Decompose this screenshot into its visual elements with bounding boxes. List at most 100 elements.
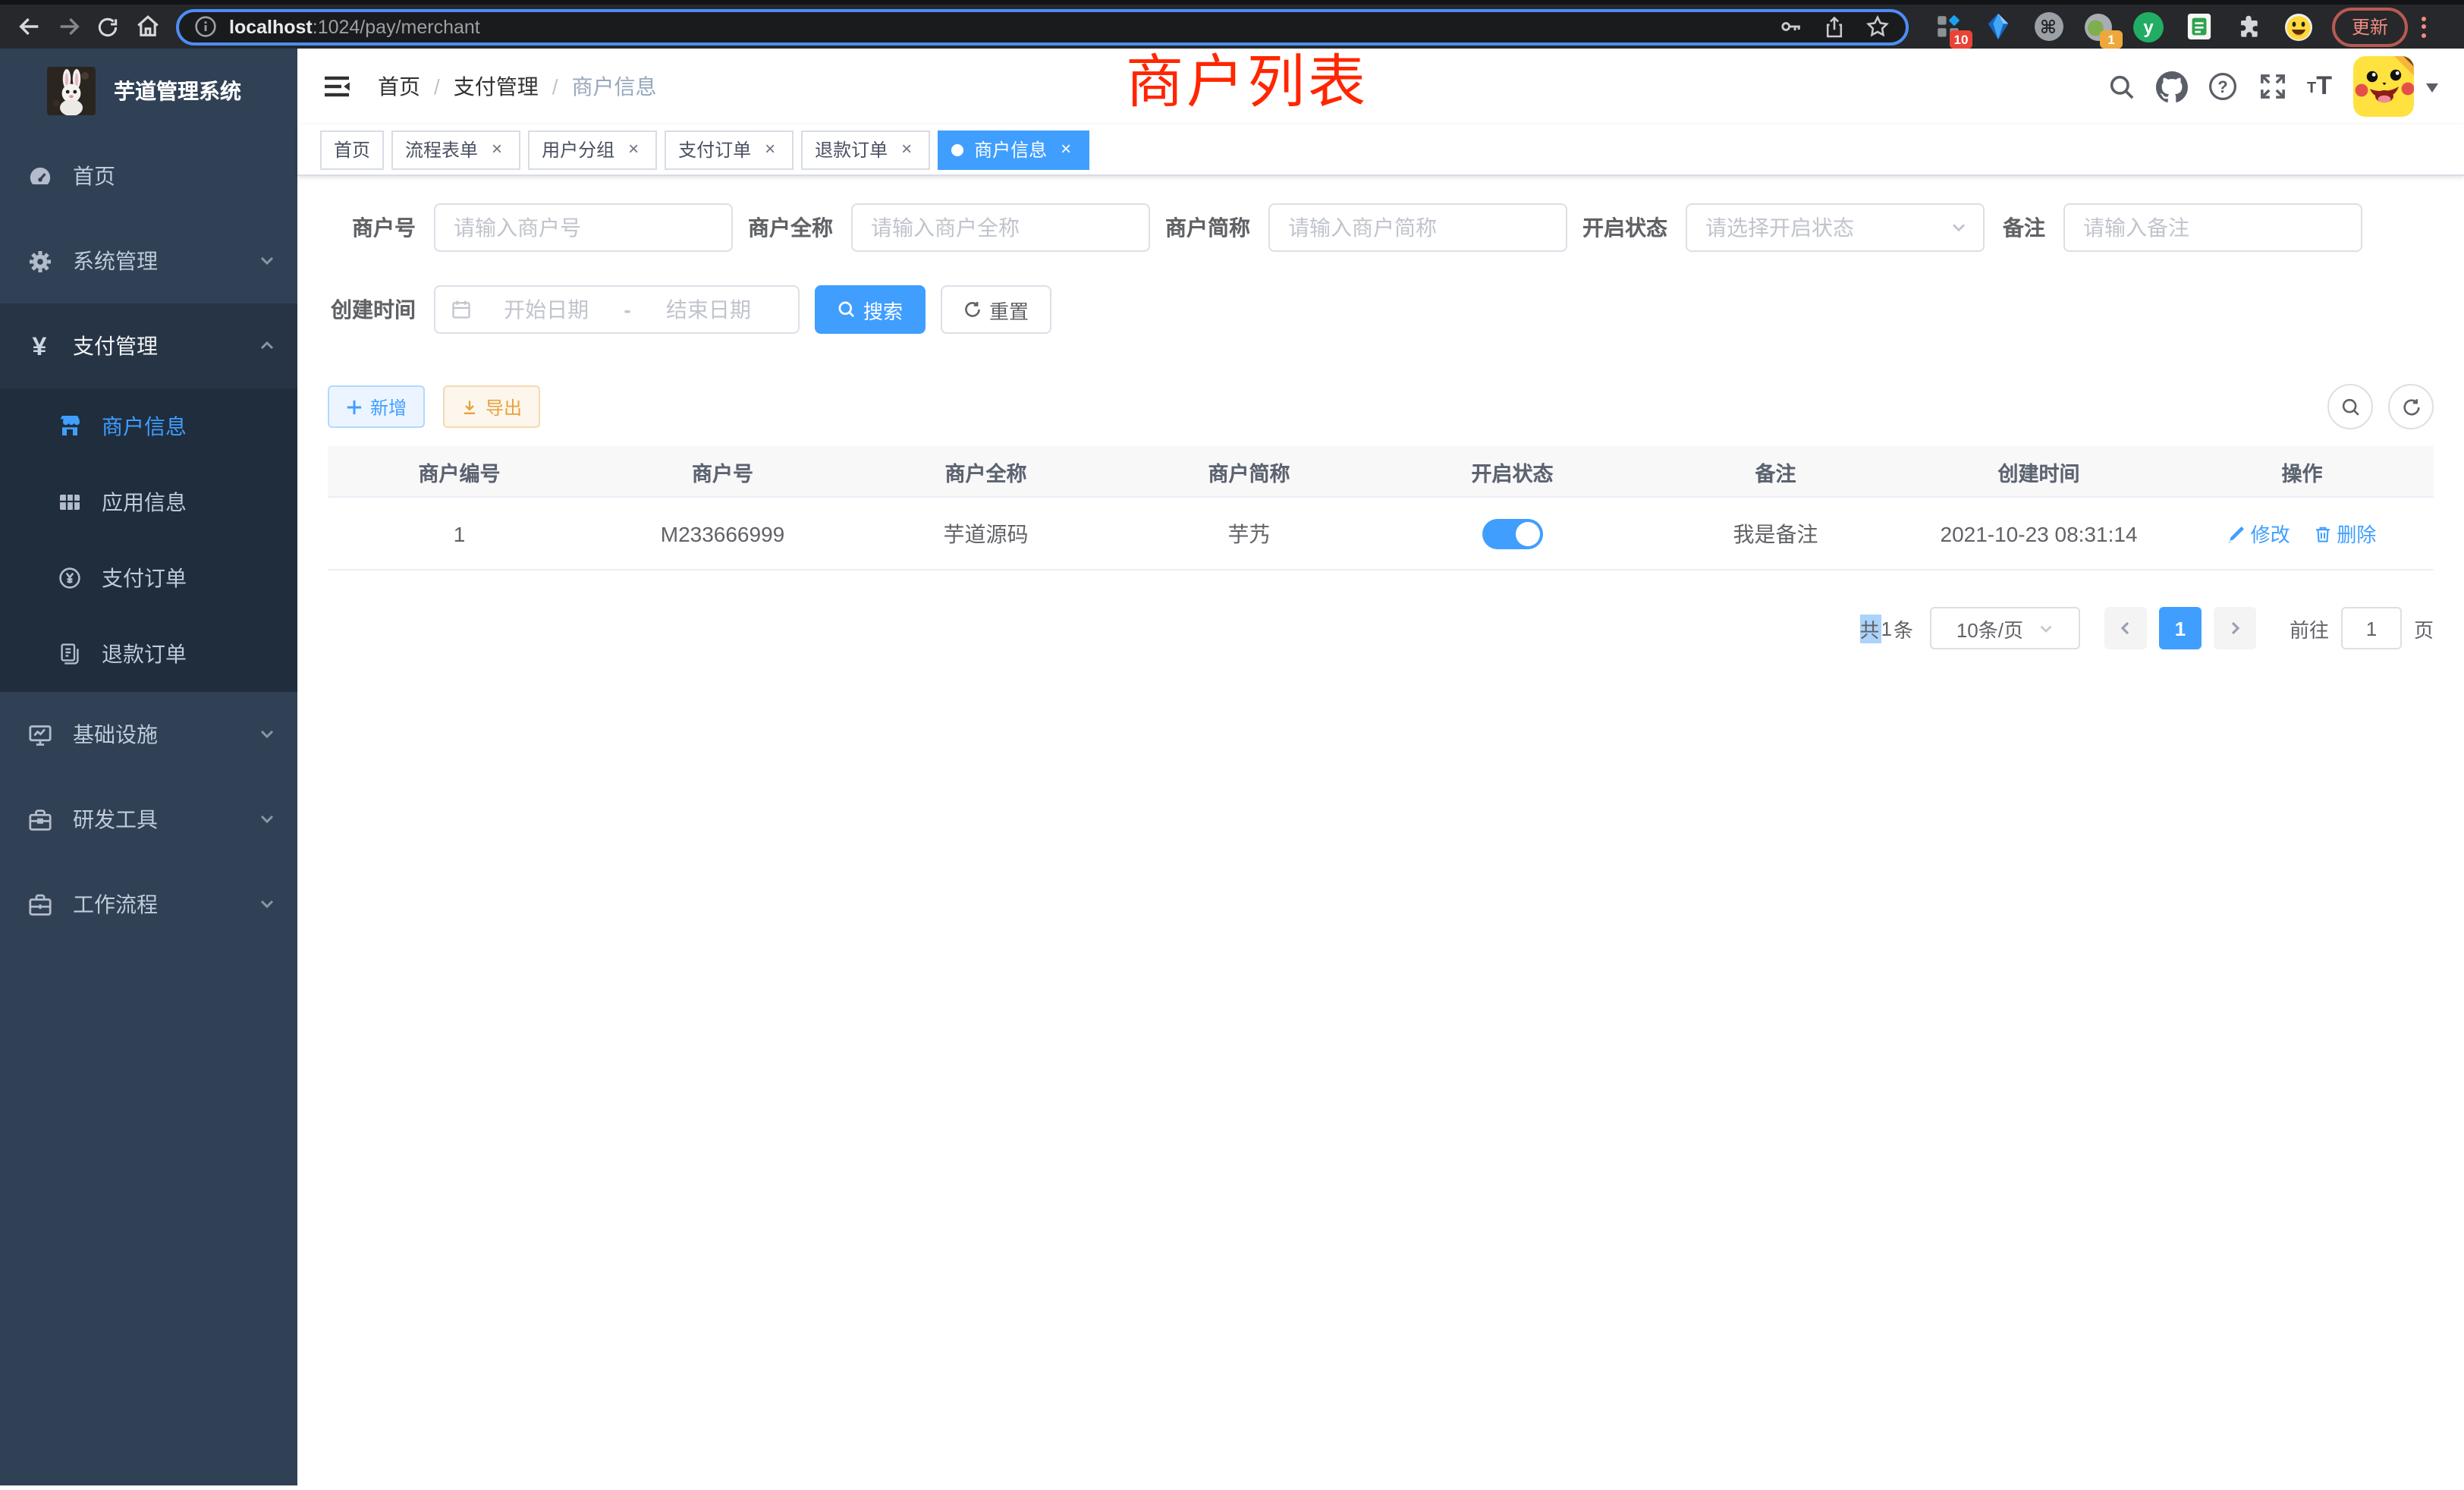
extension-notes[interactable]: [2183, 11, 2214, 42]
url-text[interactable]: localhost:1024/pay/merchant: [229, 16, 480, 37]
tag-user-group[interactable]: 用户分组×: [528, 130, 657, 169]
header-search-button[interactable]: [2107, 72, 2136, 101]
extension-command[interactable]: ⌘: [2033, 11, 2063, 42]
tag-merchant-info[interactable]: 商户信息×: [938, 130, 1089, 169]
table-header-row: 商户编号 商户号 商户全称 商户简称 开启状态 备注 创建时间 操作: [328, 446, 2434, 497]
short-name-input[interactable]: [1268, 203, 1567, 252]
cell-remark: 我是备注: [1644, 497, 1907, 570]
documents-icon: [56, 640, 83, 668]
chevron-up-icon: [258, 337, 276, 355]
tag-label: 支付订单: [678, 137, 751, 162]
search-button[interactable]: 搜索: [815, 285, 926, 334]
close-icon[interactable]: ×: [897, 140, 916, 159]
close-icon[interactable]: ×: [1056, 140, 1076, 159]
field-label: 创建时间: [331, 294, 416, 325]
search-form-row-2: 创建时间 开始日期 - 结束日期 搜索 重置: [328, 285, 2434, 334]
yen-icon: ¥: [26, 332, 53, 360]
extension-gem[interactable]: [1983, 11, 2013, 42]
toggle-search-button[interactable]: [2327, 384, 2373, 429]
tag-refund-orders[interactable]: 退款订单×: [801, 130, 930, 169]
field-status: 开启状态 请选择开启状态: [1582, 203, 1985, 252]
sidebar-item-merchant-info[interactable]: 商户信息: [0, 388, 297, 464]
search-icon: [2107, 72, 2136, 101]
sidebar-collapse-button[interactable]: [322, 71, 352, 102]
close-icon[interactable]: ×: [760, 140, 780, 159]
extension-emoji[interactable]: [2283, 11, 2314, 42]
sidebar-item-system[interactable]: 系统管理: [0, 218, 297, 303]
sidebar-item-refund-orders[interactable]: 退款订单: [0, 616, 297, 692]
extension-profile-one[interactable]: 1: [2083, 11, 2114, 42]
browser-refresh-button[interactable]: [88, 8, 127, 45]
export-button[interactable]: 导出: [443, 385, 540, 428]
share-icon: [1822, 14, 1846, 39]
password-key-button[interactable]: [1778, 14, 1804, 39]
gear-icon: [26, 247, 53, 275]
url-host: localhost: [229, 16, 313, 37]
docs-help-button[interactable]: ?: [2207, 71, 2237, 102]
edit-link[interactable]: 修改: [2228, 519, 2290, 548]
question-icon: ?: [2207, 71, 2237, 102]
merchant-no-input[interactable]: [434, 203, 733, 252]
font-size-button[interactable]: TT: [2307, 76, 2332, 98]
next-page-button[interactable]: [2214, 607, 2256, 649]
page-size-select[interactable]: 10条/页: [1930, 607, 2080, 649]
tag-home[interactable]: 首页: [320, 130, 384, 169]
browser-back-button[interactable]: [9, 8, 49, 45]
tags-view-bar: 首页 流程表单× 用户分组× 支付订单 × 退款订单× 商户信息×: [297, 124, 2464, 176]
breadcrumb-payment[interactable]: 支付管理: [454, 71, 539, 102]
shop-icon: [56, 413, 83, 440]
site-info-icon[interactable]: [194, 15, 217, 38]
add-button-label: 新增: [370, 394, 407, 420]
sidebar-item-workflow[interactable]: 工作流程: [0, 862, 297, 947]
share-button[interactable]: [1822, 14, 1846, 39]
avatar-caret-icon[interactable]: [2426, 83, 2438, 99]
prev-page-button[interactable]: [2104, 607, 2147, 649]
status-select[interactable]: 请选择开启状态: [1686, 203, 1985, 252]
goto-page-input[interactable]: [2341, 607, 2402, 649]
user-avatar[interactable]: [2353, 56, 2414, 117]
y-logo-icon: y: [2133, 11, 2164, 42]
calendar-icon: [451, 299, 472, 320]
home-icon: [134, 14, 160, 39]
cell-full-name: 芋道源码: [854, 497, 1117, 570]
browser-home-button[interactable]: [127, 8, 167, 45]
tag-pay-orders[interactable]: 支付订单 ×: [665, 130, 794, 169]
bookmark-star-button[interactable]: [1865, 14, 1890, 39]
reset-button[interactable]: 重置: [941, 285, 1051, 334]
browser-menu-button[interactable]: [2422, 16, 2426, 37]
pagination-total: 共 1 条: [1859, 614, 1915, 643]
tag-process-form[interactable]: 流程表单×: [391, 130, 520, 169]
add-button[interactable]: 新增: [328, 385, 425, 428]
page-number-1[interactable]: 1: [2159, 607, 2202, 649]
extension-y[interactable]: y: [2133, 11, 2164, 42]
close-icon[interactable]: ×: [624, 140, 643, 159]
yen-circle-icon: [56, 564, 83, 592]
status-toggle[interactable]: [1482, 518, 1543, 549]
fullscreen-button[interactable]: [2257, 71, 2287, 102]
navbar-right: ? TT: [2087, 56, 2438, 117]
sidebar-item-payment[interactable]: ¥ 支付管理: [0, 303, 297, 388]
sidebar-item-infra[interactable]: 基础设施: [0, 692, 297, 777]
breadcrumb-home[interactable]: 首页: [378, 71, 420, 102]
command-icon: ⌘: [2034, 12, 2063, 41]
sidebar-item-pay-orders[interactable]: 支付订单: [0, 540, 297, 616]
delete-label: 删除: [2337, 519, 2376, 548]
delete-link[interactable]: 删除: [2314, 519, 2376, 548]
sidebar-item-app-info[interactable]: 应用信息: [0, 464, 297, 540]
refresh-table-button[interactable]: [2388, 384, 2434, 429]
remark-input[interactable]: [2063, 203, 2362, 252]
browser-forward-button[interactable]: [49, 8, 88, 45]
chrome-update-button[interactable]: 更新: [2332, 7, 2408, 46]
address-bar[interactable]: localhost:1024/pay/merchant: [176, 8, 1909, 45]
close-icon[interactable]: ×: [487, 140, 507, 159]
extensions-puzzle-button[interactable]: [2233, 11, 2264, 42]
github-link-button[interactable]: [2155, 71, 2187, 102]
fullscreen-icon: [2257, 71, 2287, 102]
merchant-table: 商户编号 商户号 商户全称 商户简称 开启状态 备注 创建时间 操作 1: [328, 446, 2434, 571]
extension-apps[interactable]: 10: [1933, 11, 1963, 42]
date-range-picker[interactable]: 开始日期 - 结束日期: [434, 285, 800, 334]
sidebar-logo[interactable]: 芋道管理系统: [0, 49, 297, 134]
sidebar-item-home[interactable]: 首页: [0, 134, 297, 218]
full-name-input[interactable]: [851, 203, 1150, 252]
sidebar-item-dev-tools[interactable]: 研发工具: [0, 777, 297, 862]
